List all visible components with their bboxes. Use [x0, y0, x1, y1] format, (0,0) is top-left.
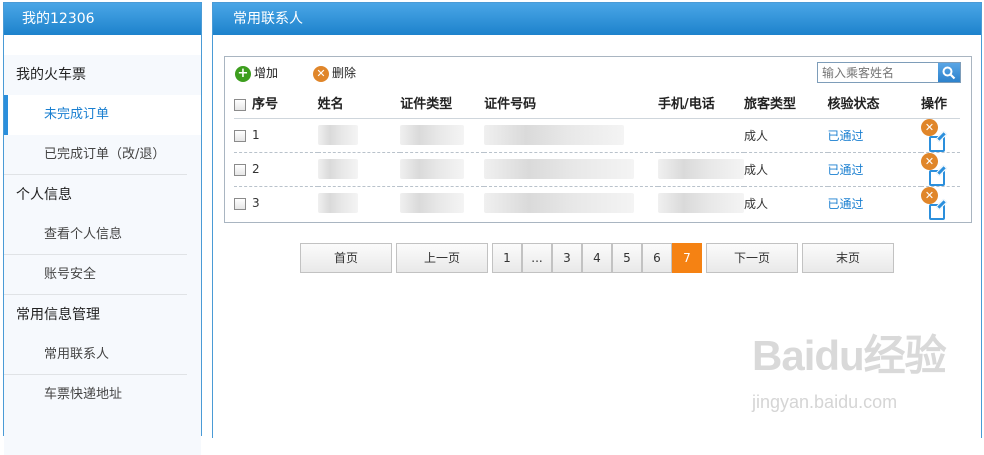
sidebar: 我的12306 我的火车票 未完成订单 已完成订单（改/退） 个人信息 查看个人…: [3, 2, 202, 455]
phone-cell: [658, 152, 744, 187]
plus-icon: +: [235, 65, 251, 82]
add-button[interactable]: + 增加: [235, 65, 278, 82]
page-button[interactable]: 3: [552, 243, 582, 273]
actions-cell: ✕: [921, 152, 960, 187]
col-id-number: 证件号码: [484, 88, 658, 119]
row-checkbox[interactable]: [234, 163, 246, 176]
col-verify-status: 核验状态: [827, 88, 922, 119]
sidebar-nav: 我的火车票 未完成订单 已完成订单（改/退） 个人信息 查看个人信息 账号安全 …: [4, 55, 201, 455]
id-type-cell: [400, 118, 485, 153]
current-page-button[interactable]: 7: [672, 243, 702, 273]
first-page-button[interactable]: 首页: [300, 243, 392, 273]
nav-item-view-personal-info[interactable]: 查看个人信息: [4, 215, 187, 255]
table-row: 2 成人 已通过 ✕: [234, 152, 960, 187]
id-number-cell: [484, 118, 658, 153]
row-index-cell: 1: [234, 118, 318, 153]
search-input[interactable]: [818, 63, 938, 82]
nav-item-finished-orders[interactable]: 已完成订单（改/退）: [4, 135, 187, 175]
row-checkbox[interactable]: [234, 129, 246, 142]
row-checkbox[interactable]: [234, 197, 246, 210]
name-cell: [317, 152, 401, 187]
nav-item-unfinished-orders[interactable]: 未完成订单: [4, 95, 201, 135]
col-index: 序号: [234, 88, 318, 119]
redacted-id-number: [484, 193, 635, 214]
col-phone: 手机/电话: [658, 88, 744, 119]
add-label: 增加: [254, 66, 279, 80]
delete-button[interactable]: ✕ 删除: [313, 65, 356, 82]
nav-item-delivery-address[interactable]: 车票快递地址: [4, 375, 187, 415]
phone-cell: [658, 118, 744, 153]
redacted-name: [317, 125, 358, 145]
redacted-id-type: [400, 125, 465, 145]
redacted-id-type: [400, 193, 465, 214]
main-panel: 常用联系人 + 增加 ✕ 删除 输入乘客姓名 序号 姓名 证件类型 证件号码 手…: [212, 2, 982, 438]
next-page-button[interactable]: 下一页: [706, 243, 798, 273]
redacted-id-number: [484, 125, 625, 145]
page-button[interactable]: 1: [492, 243, 522, 273]
delete-row-icon[interactable]: ✕: [921, 152, 939, 170]
redacted-id-number: [484, 159, 635, 179]
row-index-cell: 3: [234, 186, 318, 220]
name-cell: [317, 186, 401, 220]
delete-row-icon[interactable]: ✕: [921, 186, 939, 204]
search-button[interactable]: [938, 63, 960, 82]
edit-row-icon[interactable]: [929, 135, 946, 152]
last-page-button[interactable]: 末页: [802, 243, 894, 273]
page-title: 常用联系人: [213, 3, 981, 35]
redacted-phone: [658, 193, 744, 214]
prev-page-button[interactable]: 上一页: [396, 243, 488, 273]
redacted-id-type: [400, 159, 465, 179]
page-button[interactable]: 5: [612, 243, 642, 273]
contacts-box: + 增加 ✕ 删除 序号 姓名: [224, 56, 972, 223]
redacted-phone: [658, 159, 744, 179]
nav-item-account-security[interactable]: 账号安全: [4, 255, 187, 295]
delete-row-icon[interactable]: ✕: [921, 118, 939, 136]
page-button[interactable]: 4: [582, 243, 612, 273]
passenger-type-cell: 成人: [744, 118, 828, 153]
close-icon: ✕: [313, 65, 329, 82]
redacted-name: [317, 193, 358, 214]
delete-label: 删除: [332, 66, 357, 80]
contacts-table: 序号 姓名 证件类型 证件号码 手机/电话 旅客类型 核验状态 操作 1 成人 …: [234, 88, 960, 220]
nav-group-common-info[interactable]: 常用信息管理: [4, 295, 201, 335]
redacted-name: [317, 159, 358, 179]
id-number-cell: [484, 186, 658, 220]
actions-cell: ✕: [921, 186, 960, 220]
search-icon: [942, 66, 956, 79]
toolbar: + 增加 ✕ 删除: [225, 57, 971, 87]
col-passenger-type: 旅客类型: [744, 88, 828, 119]
id-number-cell: [484, 152, 658, 187]
col-actions: 操作: [921, 88, 960, 119]
id-type-cell: [400, 152, 485, 187]
row-index-cell: 2: [234, 152, 318, 187]
name-cell: [317, 118, 401, 153]
col-id-type: 证件类型: [400, 88, 485, 119]
nav-group-personal-info[interactable]: 个人信息: [4, 175, 201, 215]
verify-status-cell[interactable]: 已通过: [827, 118, 922, 153]
page-button[interactable]: 6: [642, 243, 672, 273]
nav-group-my-tickets[interactable]: 我的火车票: [4, 55, 201, 95]
page-ellipsis: ...: [522, 243, 552, 273]
verify-status-cell[interactable]: 已通过: [828, 186, 921, 220]
select-all-checkbox[interactable]: [234, 98, 246, 111]
verify-status-cell[interactable]: 已通过: [827, 152, 922, 187]
edit-row-icon[interactable]: [929, 203, 946, 220]
passenger-type-cell: 成人: [744, 152, 828, 187]
phone-cell: [658, 186, 744, 220]
id-type-cell: [400, 186, 484, 220]
table-row: 1 成人 已通过 ✕: [234, 118, 960, 153]
col-name: 姓名: [317, 88, 401, 119]
actions-cell: ✕: [921, 118, 960, 153]
nav-item-contacts[interactable]: 常用联系人: [4, 335, 187, 375]
table-row: 3 成人 已通过 ✕: [234, 186, 960, 220]
sidebar-title: 我的12306: [4, 3, 201, 35]
table-header-row: 序号 姓名 证件类型 证件号码 手机/电话 旅客类型 核验状态 操作: [234, 88, 960, 119]
passenger-type-cell: 成人: [744, 196, 769, 211]
edit-row-icon[interactable]: [929, 169, 946, 186]
search-box: [817, 62, 961, 83]
